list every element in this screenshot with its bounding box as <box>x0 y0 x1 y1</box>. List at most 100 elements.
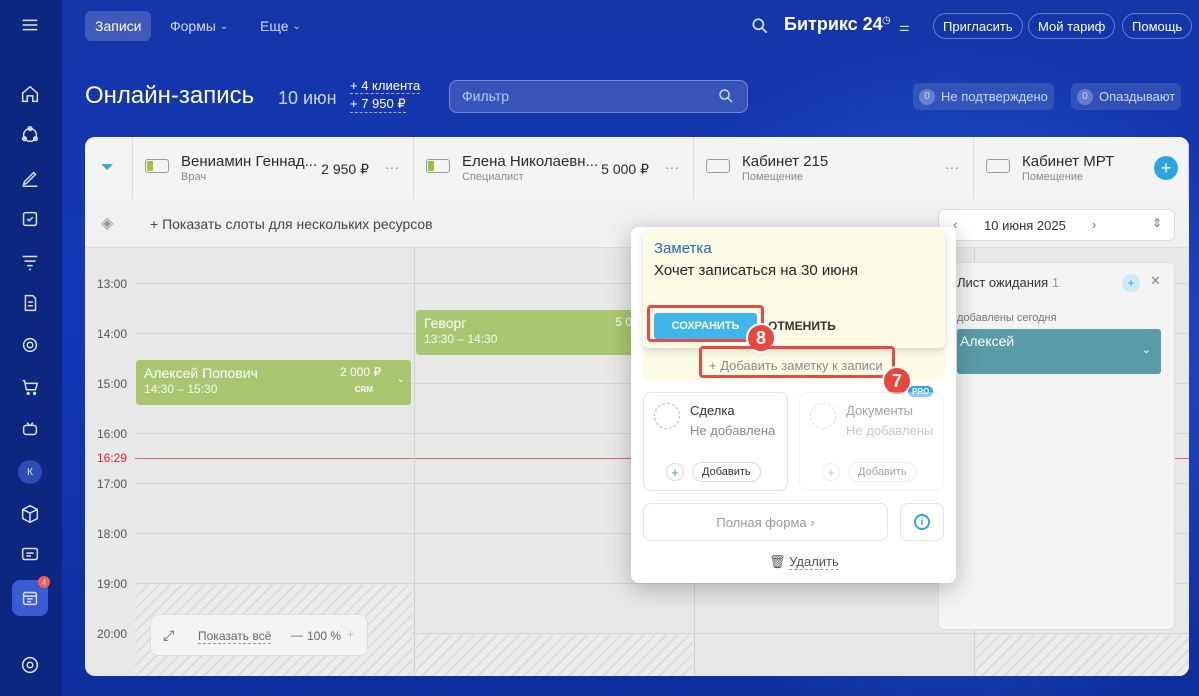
cancel-button[interactable]: ОТМЕНИТЬ <box>768 319 836 333</box>
settings-icon[interactable] <box>16 651 44 679</box>
clients-link[interactable]: + 4 клиента <box>350 78 421 94</box>
battery-icon <box>706 159 730 173</box>
tasks-icon[interactable] <box>16 205 44 233</box>
unconfirmed-filter[interactable]: 0 Не подтверждено <box>913 83 1054 110</box>
page-title: Онлайн-запись <box>85 82 255 109</box>
target-icon[interactable] <box>16 331 44 359</box>
clock-icon: ◷ <box>882 15 891 26</box>
zoom-in-button[interactable]: + <box>347 627 354 641</box>
unconfirmed-label: Не подтверждено <box>941 89 1048 104</box>
event-price: 2 000 ₽ <box>340 365 381 379</box>
menu-icon[interactable] <box>16 11 44 39</box>
late-label: Опаздывают <box>1099 89 1176 104</box>
avatar[interactable]: К <box>18 460 42 484</box>
resource-price: 2 950 ₽ <box>321 161 369 177</box>
late-count: 0 <box>1077 88 1093 105</box>
plus-icon[interactable]: + <box>822 463 840 481</box>
sidebar: К 4 <box>0 0 62 696</box>
crm-icon[interactable] <box>16 121 44 149</box>
collapse-icon[interactable]: ✕ <box>1150 273 1161 289</box>
tab-forms-label: Формы <box>170 18 216 34</box>
search-icon[interactable] <box>750 16 770 36</box>
help-button[interactable]: Помощь <box>1122 13 1193 39</box>
filter-placeholder: Фильтр <box>462 88 510 104</box>
booking-icon[interactable]: 4 <box>12 576 50 616</box>
id-card-icon[interactable] <box>16 540 44 568</box>
resource-name: Кабинет МРТ <box>1022 153 1115 170</box>
tab-more[interactable]: Еще ⌄ <box>250 11 311 41</box>
full-form-button[interactable]: Полная форма › <box>643 503 888 541</box>
note-text[interactable]: Хочет записаться на 30 июня <box>654 262 858 279</box>
plus-icon[interactable]: + <box>666 463 684 481</box>
more-icon[interactable]: ··· <box>665 159 679 175</box>
tab-forms[interactable]: Формы ⌄ <box>160 11 238 41</box>
chevron-down-icon[interactable]: ⌄ <box>397 374 405 385</box>
filter-cell: ⏷ <box>85 137 133 199</box>
header-date: 10 июн <box>278 88 337 108</box>
resource-header[interactable]: Вениамин Геннад... Врач 2 950 ₽ ··· <box>133 137 414 199</box>
more-icon[interactable]: ··· <box>945 159 959 175</box>
show-slots-label: Показать слоты для нескольких ресурсов <box>162 216 433 232</box>
brand-logo[interactable]: Битрикс 24 <box>784 14 883 35</box>
funnel-icon[interactable]: ⏷ <box>101 159 114 177</box>
note-label: Заметка <box>654 240 712 257</box>
cart-icon[interactable] <box>16 373 44 401</box>
event-tag: CRM <box>354 385 373 394</box>
add-note-button[interactable]: + Добавить заметку к записи <box>709 358 883 373</box>
show-all-button[interactable]: Показать всё <box>198 629 272 644</box>
document-icon[interactable] <box>16 289 44 317</box>
resource-role: Помещение <box>1022 171 1084 183</box>
add-resource-button[interactable]: + <box>1154 156 1178 180</box>
waitlist-title-text: Лист ожидания <box>957 275 1049 290</box>
deal-status: Не добавлена <box>690 423 776 438</box>
filter-input[interactable]: Фильтр <box>449 80 748 113</box>
tariff-button[interactable]: Мой тариф <box>1028 13 1116 39</box>
delete-label: Удалить <box>789 554 839 570</box>
show-slots-button[interactable]: + Показать слоты для нескольких ресурсов <box>150 216 433 232</box>
more-icon[interactable]: ··· <box>385 159 399 175</box>
pen-icon[interactable] <box>16 164 44 192</box>
funnel-icon[interactable] <box>16 248 44 276</box>
resource-name: Кабинет 215 <box>742 153 829 170</box>
resource-header[interactable]: Елена Николаевн... Специалист 5 000 ₽ ··… <box>414 137 694 199</box>
box-icon[interactable] <box>16 500 44 528</box>
zoom-bar: ⤢ Показать всё — 100 % + <box>150 614 368 656</box>
search-icon <box>717 87 735 108</box>
event-client: Геворг <box>424 315 467 331</box>
battery-icon <box>426 159 450 173</box>
layers-icon: ◈ <box>101 215 114 232</box>
save-button[interactable]: СОХРАНИТЬ <box>654 313 757 339</box>
sliders-icon[interactable]: ⚌ <box>899 20 910 34</box>
waitlist-title: Лист ожидания 1 <box>957 275 1059 290</box>
delete-button[interactable]: 🗑 Удалить <box>769 554 839 570</box>
fullscreen-icon[interactable]: ⤢ <box>163 627 174 644</box>
resource-name: Елена Николаевн... <box>462 153 599 170</box>
robot-icon[interactable] <box>16 415 44 443</box>
chevron-right-icon: › <box>810 514 815 530</box>
home-icon[interactable] <box>16 80 44 108</box>
add-documents-button[interactable]: Добавить <box>848 462 917 482</box>
sum-link[interactable]: + 7 950 ₽ <box>350 96 406 113</box>
waitlist-panel: Лист ожидания 1 + ✕ добавлены сегодня Ал… <box>938 262 1175 630</box>
invite-button[interactable]: Пригласить <box>933 13 1023 39</box>
add-deal-button[interactable]: Добавить <box>692 462 761 482</box>
tab-bookings[interactable]: Записи <box>85 11 152 41</box>
booking-event[interactable]: Алексей Попович 14:30 – 15:30 2 000 ₽ CR… <box>136 360 411 405</box>
zoom-out-button[interactable]: — <box>291 628 303 642</box>
current-time-label: 16:29 <box>97 451 128 465</box>
document-icon <box>810 403 836 429</box>
chevron-down-icon[interactable]: ⌄ <box>1142 343 1151 356</box>
resource-name: Вениамин Геннад... <box>181 153 318 170</box>
booking-event[interactable]: Геворг 13:30 – 14:30 5 0 <box>416 310 636 355</box>
resource-header[interactable]: Кабинет 215 Помещение ··· <box>694 137 974 199</box>
chevron-right-icon[interactable]: › <box>1092 217 1096 232</box>
info-button[interactable]: i <box>900 503 944 541</box>
documents-card: Документы Не добавлены + Добавить <box>799 392 944 491</box>
late-filter[interactable]: 0 Опаздывают <box>1071 83 1182 110</box>
add-waitlist-button[interactable]: + <box>1122 274 1140 292</box>
waitlist-item[interactable]: Алексей ⌄ <box>957 329 1161 374</box>
waitlist-count: 1 <box>1051 275 1060 290</box>
resource-price: 5 000 ₽ <box>601 161 649 177</box>
expand-icon[interactable]: ⇕ <box>1152 216 1162 230</box>
calendar-date-picker[interactable]: ‹ 10 июня 2025 › ⇕ <box>938 209 1175 241</box>
